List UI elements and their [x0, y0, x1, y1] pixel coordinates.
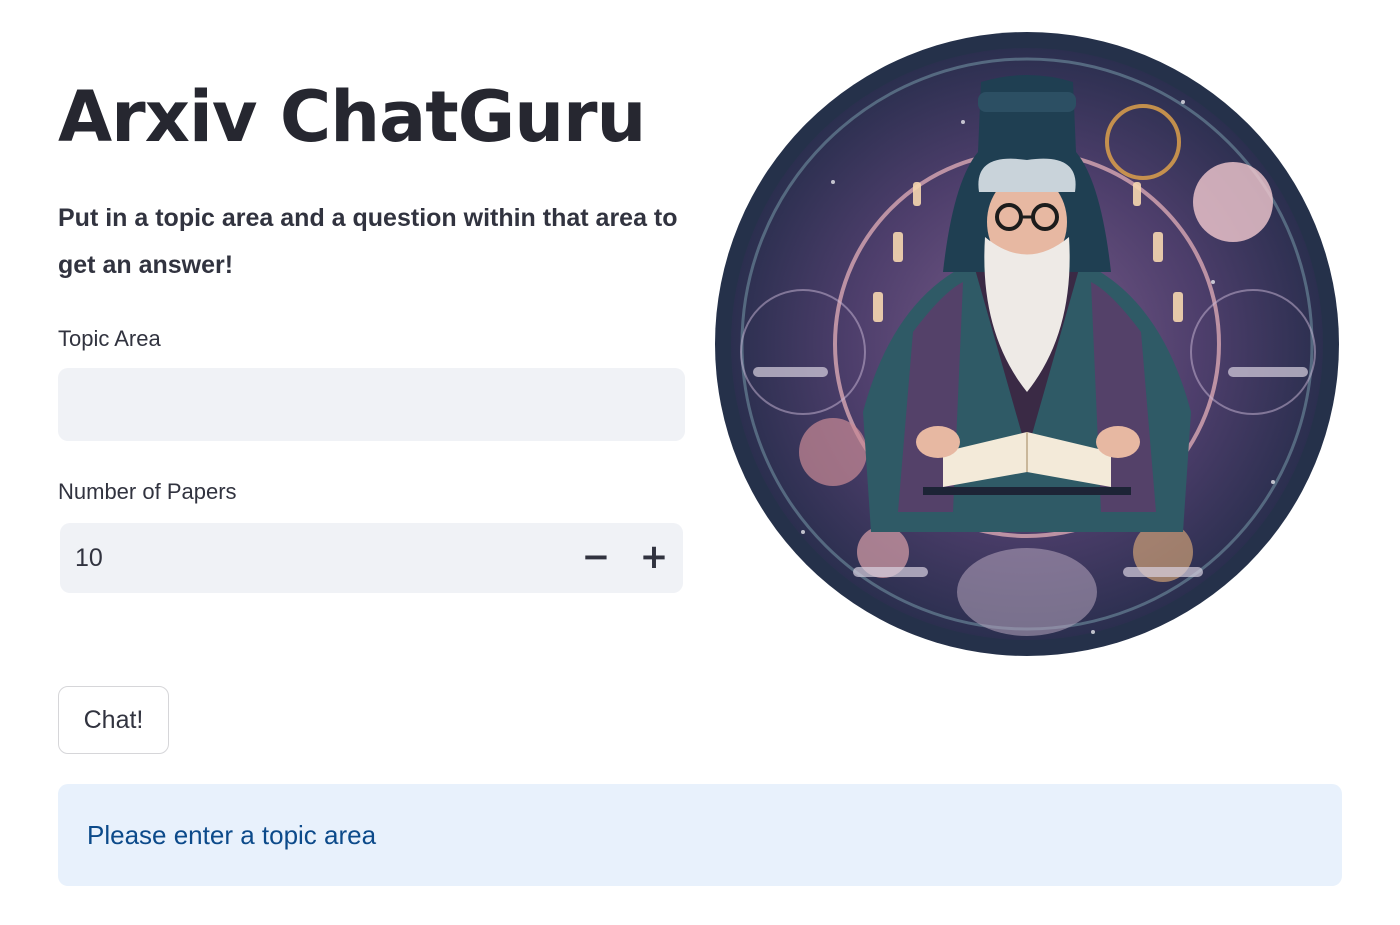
- number-of-papers-value[interactable]: 10: [75, 542, 103, 574]
- page-title: Arxiv ChatGuru: [58, 76, 646, 158]
- info-alert: Please enter a topic area: [58, 784, 1342, 886]
- minus-icon[interactable]: −: [573, 535, 619, 581]
- number-of-papers-label: Number of Papers: [58, 479, 237, 504]
- topic-area-label: Topic Area: [58, 326, 161, 351]
- number-of-papers-input[interactable]: 10 − +: [60, 523, 683, 593]
- page-description: Put in a topic area and a question withi…: [58, 204, 678, 279]
- plus-icon[interactable]: +: [631, 535, 677, 581]
- info-message: Please enter a topic area: [87, 820, 377, 850]
- topic-area-input[interactable]: [58, 368, 685, 441]
- wizard-illustration: [715, 32, 1339, 656]
- chat-button[interactable]: Chat!: [58, 686, 169, 754]
